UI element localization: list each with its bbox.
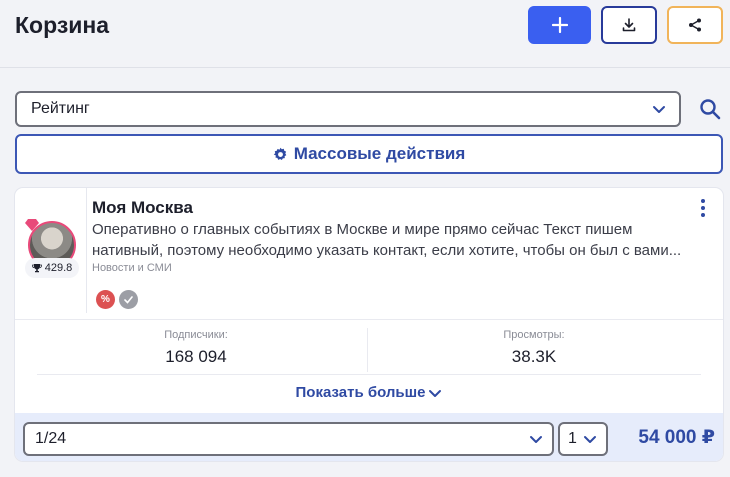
- subscribers-value: 168 094: [165, 347, 227, 366]
- channel-name[interactable]: Моя Москва: [92, 198, 193, 218]
- sort-select[interactable]: Рейтинг: [15, 91, 681, 127]
- views-value: 38.3K: [511, 347, 557, 366]
- channel-description: Оперативно о главных событиях в Москве и…: [92, 221, 682, 259]
- views-stat: Просмотры: 38.3K: [369, 329, 699, 367]
- download-icon: [622, 18, 636, 32]
- diamond-icon: [25, 219, 39, 231]
- share-button[interactable]: [667, 6, 723, 44]
- chevron-down-icon: [429, 389, 442, 397]
- page-title: Корзина: [15, 12, 110, 38]
- gear-icon: [273, 147, 287, 160]
- bulk-actions-button[interactable]: Массовые действия: [15, 134, 723, 174]
- quantity-select[interactable]: 1: [558, 422, 608, 456]
- more-dots-icon: [701, 199, 705, 203]
- rating-badge: 429.8: [25, 258, 79, 278]
- sort-select-value: Рейтинг: [31, 100, 90, 117]
- card-footer: 1/24 1 54 000 ₽: [15, 413, 723, 461]
- more-options-button[interactable]: [698, 197, 708, 219]
- trophy-icon: [31, 264, 42, 273]
- page-header: Корзина: [0, 0, 730, 68]
- share-icon: [689, 18, 701, 32]
- chevron-down-icon: [530, 436, 542, 443]
- avatar-column: 429.8: [15, 188, 87, 313]
- download-button[interactable]: [601, 6, 657, 44]
- show-more-label: Показать больше: [295, 384, 426, 401]
- discount-icon: %: [96, 290, 115, 309]
- divider: [37, 374, 701, 375]
- rating-value: 429.8: [44, 262, 73, 274]
- channel-card: 429.8 Моя Москва Оперативно о главных со…: [15, 188, 723, 461]
- add-button[interactable]: [528, 6, 591, 44]
- subscribers-label: Подписчики:: [164, 329, 228, 341]
- format-select-value: 1/24: [35, 430, 67, 447]
- chevron-down-icon: [653, 106, 665, 113]
- channel-category: Новости и СМИ: [92, 262, 172, 274]
- divider: [15, 319, 723, 320]
- stat-divider: [367, 328, 368, 372]
- search-icon[interactable]: [698, 97, 722, 121]
- views-label: Просмотры:: [503, 329, 565, 341]
- format-select[interactable]: 1/24: [23, 422, 554, 456]
- bulk-actions-label: Массовые действия: [293, 144, 466, 163]
- price: 54 000 ₽: [638, 427, 715, 448]
- show-more-button[interactable]: Показать больше: [15, 384, 723, 401]
- quantity-select-value: 1: [568, 430, 577, 447]
- subscribers-stat: Подписчики: 168 094: [31, 329, 361, 367]
- chevron-down-icon: [584, 436, 596, 443]
- plus-icon: [551, 17, 568, 33]
- verified-icon: [119, 290, 138, 309]
